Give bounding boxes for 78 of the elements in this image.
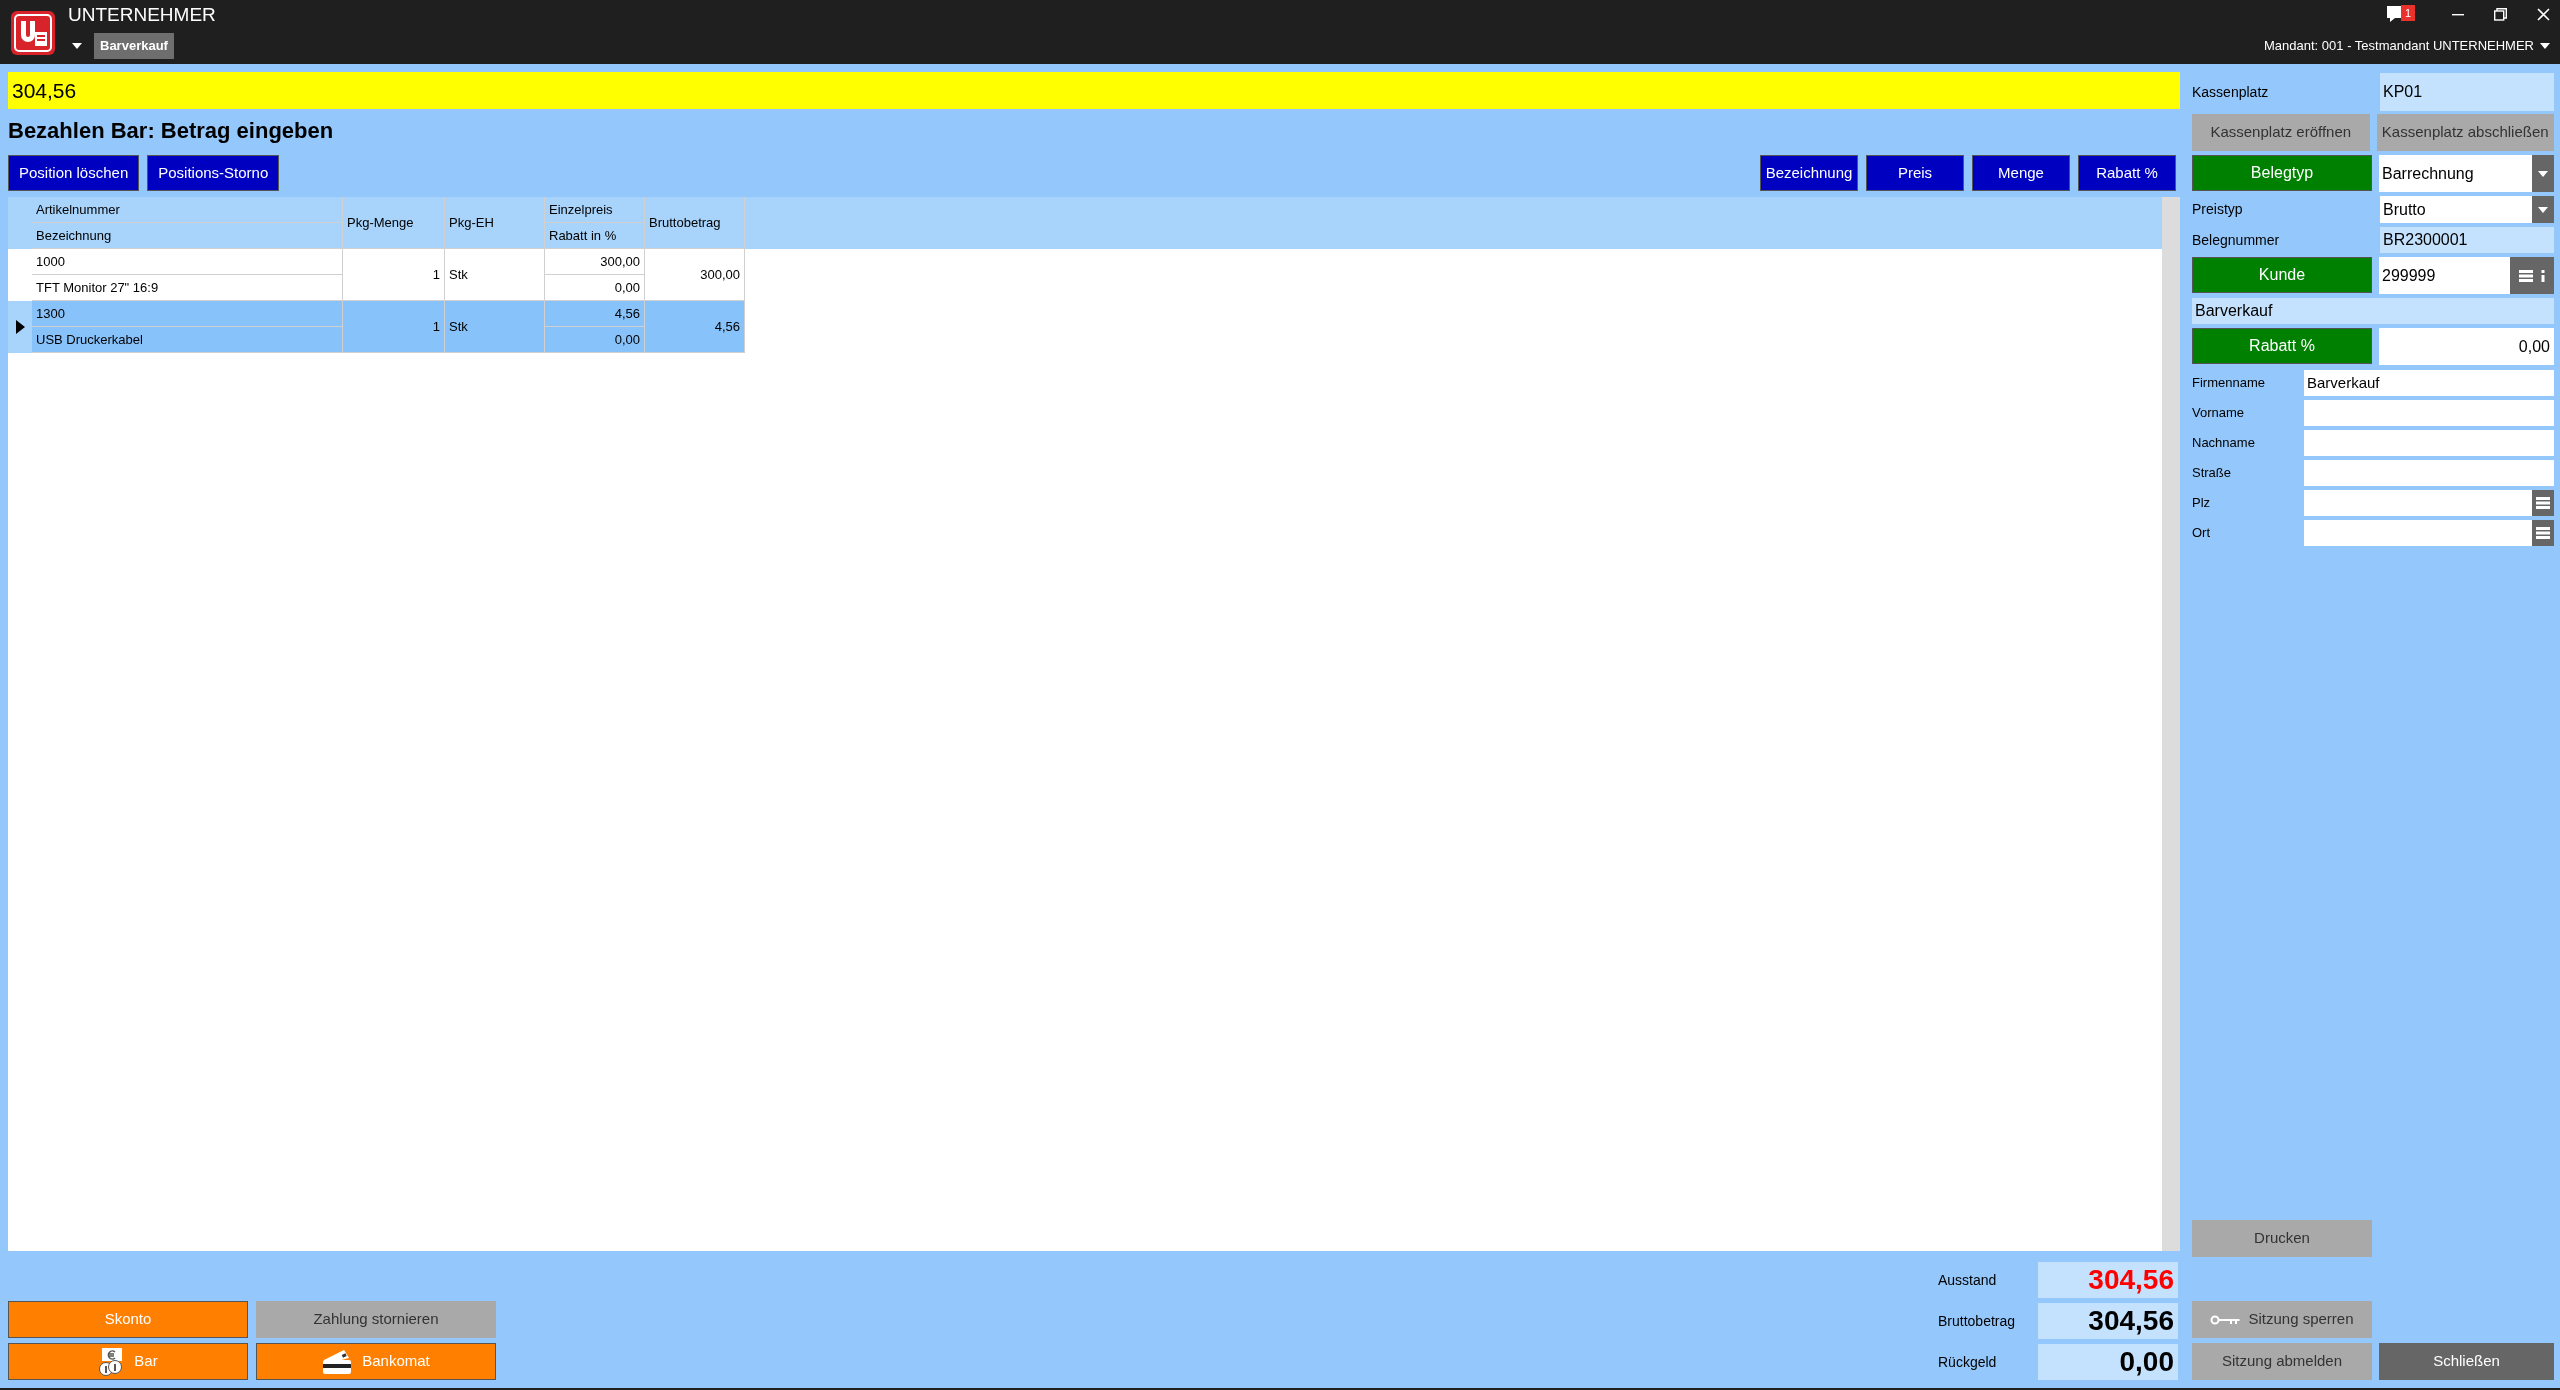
- module-tab[interactable]: Barverkauf: [94, 33, 174, 59]
- total-label: Rückgeld: [1938, 1352, 1998, 1372]
- address-field[interactable]: [2304, 520, 2554, 546]
- table-cell: 4,56: [645, 301, 745, 353]
- field-label: Straße: [2192, 464, 2232, 483]
- address-field[interactable]: [2304, 490, 2554, 516]
- mandant-label[interactable]: Mandant: 001 - Testmandant UNTERNEHMER: [2264, 36, 2534, 56]
- column-header: Artikelnummer: [32, 197, 343, 223]
- caret-icon: [2540, 42, 2550, 49]
- session-button[interactable]: Sitzung sperren: [2192, 1301, 2372, 1338]
- table-cell: Stk: [445, 249, 545, 301]
- total-value: 0,00: [2038, 1344, 2178, 1380]
- register-value: KP01: [2380, 73, 2554, 111]
- restore-icon[interactable]: [2494, 7, 2507, 21]
- sort-button[interactable]: Menge: [1972, 155, 2070, 191]
- session-button[interactable]: Sitzung abmelden: [2192, 1343, 2372, 1380]
- caret-icon: [2538, 206, 2548, 213]
- table-cell: 1: [343, 249, 445, 301]
- price-type-dropdown[interactable]: Brutto: [2380, 196, 2554, 223]
- list-icon: [2519, 269, 2533, 282]
- table-cell: TFT Monitor 27" 16:9: [32, 275, 343, 301]
- list-icon: [2536, 497, 2550, 509]
- total-value: 304,56: [2038, 1303, 2178, 1339]
- address-field[interactable]: [2304, 430, 2554, 456]
- menu-caret-icon: [72, 43, 82, 49]
- close-icon[interactable]: [2537, 7, 2550, 21]
- customer-button[interactable]: Kunde: [2192, 257, 2372, 293]
- table-cell: 1: [343, 301, 445, 353]
- info-icon: [2541, 269, 2545, 282]
- address-field[interactable]: [2304, 460, 2554, 486]
- row-pointer-icon: [15, 320, 25, 334]
- table-cell: 1000: [32, 249, 343, 275]
- cash-icon: [98, 1346, 125, 1377]
- field-label: Vorname: [2192, 404, 2246, 423]
- column-header: Einzelpreis: [545, 197, 645, 223]
- discount-field[interactable]: 0,00: [2379, 328, 2554, 365]
- caret-icon: [2538, 170, 2548, 177]
- notification-badge: 1: [2401, 5, 2416, 21]
- field-label: Preistyp: [2192, 200, 2244, 219]
- field-label: Ort: [2192, 524, 2212, 543]
- table-cell: USB Druckerkabel: [32, 327, 343, 353]
- scrollbar[interactable]: [2162, 197, 2180, 1251]
- close-button[interactable]: Schließen: [2379, 1343, 2554, 1380]
- table-cell: 0,00: [545, 275, 645, 301]
- total-label: Bruttobetrag: [1938, 1311, 2017, 1331]
- field-label: Nachname: [2192, 434, 2256, 453]
- app-logo-icon: [10, 10, 56, 56]
- customer-name: Barverkauf: [2192, 298, 2554, 324]
- document-number-value: BR2300001: [2380, 227, 2554, 253]
- table-cell: 300,00: [645, 249, 745, 301]
- document-type-dropdown[interactable]: Barrechnung: [2379, 155, 2554, 192]
- table-cell: Stk: [445, 301, 545, 353]
- field-label: Plz: [2192, 494, 2212, 513]
- total-label: Ausstand: [1938, 1270, 1998, 1290]
- position-button[interactable]: Position löschen: [8, 155, 140, 191]
- position-button[interactable]: Positions-Storno: [147, 155, 280, 191]
- sort-button[interactable]: Bezeichnung: [1760, 155, 1858, 191]
- field-label: Kassenplatz: [2192, 82, 2270, 102]
- prompt-heading: Bezahlen Bar: Betrag eingeben: [8, 117, 335, 145]
- credit-card-icon: [322, 1348, 353, 1375]
- field-label: Firmenname: [2192, 374, 2266, 393]
- address-field[interactable]: [2304, 400, 2554, 426]
- table-cell: 0,00: [545, 327, 645, 353]
- field-label: Belegnummer: [2192, 230, 2281, 250]
- key-icon: [2210, 1314, 2241, 1325]
- document-type-button[interactable]: Belegtyp: [2192, 155, 2372, 191]
- table-cell: 1300: [32, 301, 343, 327]
- amount-input[interactable]: 304,56: [8, 72, 2180, 109]
- customer-field[interactable]: 299999: [2379, 257, 2554, 294]
- total-value: 304,56: [2038, 1262, 2178, 1298]
- table-cell: 300,00: [545, 249, 645, 275]
- sort-button[interactable]: Preis: [1866, 155, 1964, 191]
- list-icon: [2536, 527, 2550, 539]
- sort-button[interactable]: Rabatt %: [2078, 155, 2176, 191]
- address-field[interactable]: Barverkauf: [2304, 370, 2554, 396]
- table-cell: 4,56: [545, 301, 645, 327]
- app-title: UNTERNEHMER: [68, 3, 216, 27]
- discount-button[interactable]: Rabatt %: [2192, 328, 2372, 364]
